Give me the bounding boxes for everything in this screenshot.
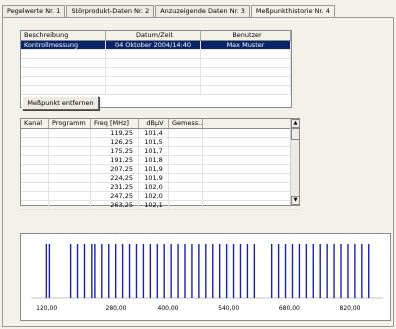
cell-dbuv: 101,5 <box>139 138 169 146</box>
spectrum-svg: 120,00 280,00 400,00 540,00 680,00 820,00 <box>31 238 383 312</box>
x-tick-label: 120,00 <box>36 305 57 312</box>
point-row[interactable]: 191,25 101,8 <box>21 156 299 165</box>
cell-programm <box>49 156 91 164</box>
cell-programm <box>49 165 91 173</box>
cell-gemessen <box>169 165 203 173</box>
cell-gemessen <box>169 192 203 200</box>
cell-freq: 119,25 <box>91 129 139 137</box>
cell-dbuv: 101,9 <box>139 165 169 173</box>
point-row[interactable]: 247,25 102,0 <box>21 192 299 201</box>
col-benutzer[interactable]: Benutzer <box>201 31 291 40</box>
cell-programm <box>49 183 91 191</box>
history-header: Beschreibung Datum/Zeit Benutzer <box>21 31 291 41</box>
point-row[interactable]: 224,25 101,9 <box>21 174 299 183</box>
cell-kanal <box>21 147 49 155</box>
tab-stoerprodukt[interactable]: Störprodukt-Daten Nr. 2 <box>66 5 155 17</box>
point-row[interactable]: 126,25 101,5 <box>21 138 299 147</box>
scroll-down-button[interactable]: ▼ <box>291 196 300 205</box>
point-row[interactable]: 263,25 102,1 <box>21 201 299 210</box>
cell-freq: 224,25 <box>91 174 139 182</box>
col-dbuv[interactable]: dBµV <box>139 119 169 128</box>
point-row[interactable]: 175,25 101,7 <box>21 147 299 156</box>
cell-freq: 175,25 <box>91 147 139 155</box>
point-row[interactable]: 207,25 101,9 <box>21 165 299 174</box>
cell-beschreibung: Kontrollmessung <box>21 41 106 49</box>
col-gemessen[interactable]: Gemess... <box>169 119 203 128</box>
points-header: Kanal Programm Freq [MHz] dBµV Gemess... <box>21 119 299 129</box>
cell-kanal <box>21 174 49 182</box>
cell-gemessen <box>169 156 203 164</box>
col-programm[interactable]: Programm <box>49 119 91 128</box>
cell-datum: 04 Oktober 2004/14:40 <box>106 41 201 49</box>
tab-strip: Pegelwerte Nr. 1 Störprodukt-Daten Nr. 2… <box>2 4 336 18</box>
cell-programm <box>49 174 91 182</box>
cell-gemessen <box>169 147 203 155</box>
cell-dbuv: 102,0 <box>139 183 169 191</box>
cell-gemessen <box>169 183 203 191</box>
col-freq[interactable]: Freq [MHz] <box>91 119 139 128</box>
cell-benutzer: Max Muster <box>201 41 291 49</box>
col-beschreibung[interactable]: Beschreibung <box>21 31 106 40</box>
cell-dbuv: 101,8 <box>139 156 169 164</box>
delete-point-button[interactable]: Meßpunkt entfernen <box>22 96 99 110</box>
tab-panel: Beschreibung Datum/Zeit Benutzer Kontrol… <box>2 17 394 327</box>
x-tick-label: 280,00 <box>106 305 127 312</box>
history-row[interactable]: Kontrollmessung 04 Oktober 2004/14:40 Ma… <box>21 41 291 50</box>
cell-programm <box>49 147 91 155</box>
spectrum-chart: 120,00 280,00 400,00 540,00 680,00 820,00 <box>20 233 391 321</box>
history-empty-row <box>21 59 291 68</box>
col-kanal[interactable]: Kanal <box>21 119 49 128</box>
points-body: 119,25 101,4 126,25 101,5 175,25 101,7 191,25 1… <box>21 129 299 210</box>
cell-gemessen <box>169 138 203 146</box>
col-datum[interactable]: Datum/Zeit <box>106 31 201 40</box>
cell-kanal <box>21 201 49 209</box>
cell-kanal <box>21 165 49 173</box>
points-grid[interactable]: Kanal Programm Freq [MHz] dBµV Gemess...… <box>20 118 300 210</box>
points-scrollbar[interactable]: ▲ ▼ <box>290 119 300 205</box>
cell-programm <box>49 201 91 209</box>
cell-dbuv: 101,7 <box>139 147 169 155</box>
cell-dbuv: 102,1 <box>139 201 169 209</box>
scroll-up-button[interactable]: ▲ <box>291 119 300 128</box>
cell-gemessen <box>169 174 203 182</box>
cell-freq: 191,25 <box>91 156 139 164</box>
cell-kanal <box>21 183 49 191</box>
tab-pegelwerte[interactable]: Pegelwerte Nr. 1 <box>2 5 66 17</box>
cell-gemessen <box>169 129 203 137</box>
cell-freq: 247,25 <box>91 192 139 200</box>
cell-gemessen <box>169 201 203 209</box>
cell-dbuv: 101,4 <box>139 129 169 137</box>
history-empty-row <box>21 77 291 86</box>
tab-anzuzeigende[interactable]: Anzuzeigende Daten Nr. 3 <box>155 5 250 17</box>
history-empty-row <box>21 68 291 77</box>
cell-programm <box>49 129 91 137</box>
scroll-thumb[interactable] <box>291 128 300 140</box>
point-row[interactable]: 231,25 102,0 <box>21 183 299 192</box>
history-empty-row <box>21 50 291 59</box>
cell-programm <box>49 192 91 200</box>
cell-freq: 126,25 <box>91 138 139 146</box>
x-tick-label: 680,00 <box>279 305 300 312</box>
history-empty-row <box>21 86 291 95</box>
cell-programm <box>49 138 91 146</box>
x-tick-label: 400,00 <box>158 305 179 312</box>
cell-freq: 207,25 <box>91 165 139 173</box>
cell-kanal <box>21 129 49 137</box>
cell-kanal <box>21 156 49 164</box>
cell-dbuv: 101,9 <box>139 174 169 182</box>
cell-dbuv: 102,0 <box>139 192 169 200</box>
x-tick-label: 540,00 <box>218 305 239 312</box>
x-tick-label: 820,00 <box>340 305 361 312</box>
point-row[interactable]: 119,25 101,4 <box>21 129 299 138</box>
cell-freq: 263,25 <box>91 201 139 209</box>
cell-kanal <box>21 192 49 200</box>
cell-freq: 231,25 <box>91 183 139 191</box>
cell-kanal <box>21 138 49 146</box>
